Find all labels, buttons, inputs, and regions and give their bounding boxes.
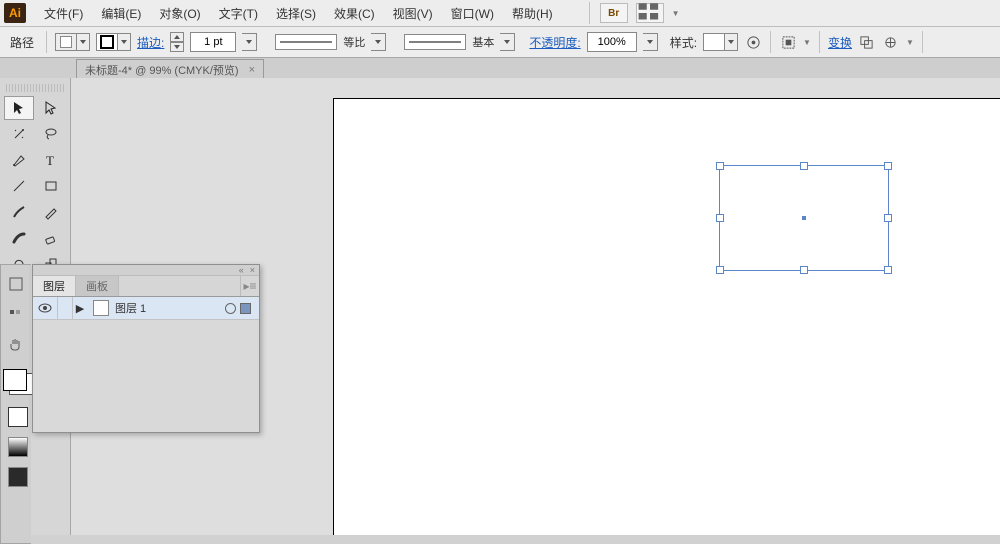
menu-select[interactable]: 选择(S) <box>270 2 322 25</box>
graphic-style-swatch[interactable] <box>703 33 738 51</box>
magic-wand-tool[interactable] <box>4 122 34 146</box>
transform-link[interactable]: 变换 <box>828 34 852 51</box>
selection-rectangle[interactable] <box>719 165 889 271</box>
document-tab[interactable]: 未标题-4* @ 99% (CMYK/预览) × <box>76 59 264 80</box>
color-mode-row <box>4 437 28 457</box>
target-icon[interactable] <box>225 303 236 314</box>
paintbrush-tool[interactable] <box>4 200 34 224</box>
recolor-artwork-icon[interactable] <box>744 33 762 51</box>
stroke-panel-link[interactable]: 描边: <box>137 34 164 51</box>
menu-edit[interactable]: 编辑(E) <box>95 2 147 25</box>
svg-text:T: T <box>46 153 54 168</box>
menu-effect[interactable]: 效果(C) <box>328 2 381 25</box>
visibility-toggle-icon[interactable] <box>33 297 58 319</box>
arrange-docs-button[interactable] <box>636 3 664 23</box>
type-tool[interactable]: T <box>36 148 66 172</box>
menu-items: 文件(F) 编辑(E) 对象(O) 文字(T) 选择(S) 效果(C) 视图(V… <box>38 2 559 25</box>
layer-twirl-icon[interactable]: ▶ <box>73 302 87 315</box>
fill-swatch[interactable] <box>55 33 90 51</box>
color-mode-solid[interactable] <box>8 407 28 427</box>
menu-file[interactable]: 文件(F) <box>38 2 89 25</box>
graphic-style-label: 样式: <box>670 34 697 51</box>
pencil-tool[interactable] <box>36 200 66 224</box>
pen-tool[interactable] <box>4 148 34 172</box>
hand-tool-icon[interactable] <box>5 333 27 355</box>
tab-layers[interactable]: 图层 <box>33 276 76 296</box>
selection-color-indicator <box>240 303 251 314</box>
line-tool[interactable] <box>4 174 34 198</box>
swatches-icon[interactable] <box>5 303 27 325</box>
header-right: Br ▼ <box>587 2 680 24</box>
selection-kind-label: 路径 <box>6 34 38 51</box>
eraser-tool[interactable] <box>36 226 66 250</box>
collapsed-panel-strip <box>0 264 31 544</box>
menu-help[interactable]: 帮助(H) <box>506 2 559 25</box>
color-panel-icon[interactable] <box>5 273 27 295</box>
color-mode-gradient[interactable] <box>8 437 28 457</box>
isolate-icon[interactable] <box>882 33 900 51</box>
menu-window[interactable]: 窗口(W) <box>445 2 500 25</box>
direct-selection-tool[interactable] <box>36 96 66 120</box>
menu-view[interactable]: 视图(V) <box>387 2 439 25</box>
menu-bar: Ai 文件(F) 编辑(E) 对象(O) 文字(T) 选择(S) 效果(C) 视… <box>0 0 1000 27</box>
selection-tool[interactable] <box>4 96 34 120</box>
layer-name[interactable]: 图层 1 <box>115 300 146 316</box>
stroke-weight-input[interactable] <box>190 32 236 52</box>
brush-definition[interactable] <box>404 34 466 50</box>
document-tab-title: 未标题-4* @ 99% (CMYK/预览) <box>85 62 239 78</box>
layers-panel: «× 图层 画板 ▸≡ ▶ 图层 1 <box>32 264 260 433</box>
app-logo: Ai <box>4 3 26 23</box>
layer-row[interactable]: ▶ 图层 1 <box>33 297 259 320</box>
opacity-input[interactable] <box>587 32 637 52</box>
menu-object[interactable]: 对象(O) <box>153 2 206 25</box>
rectangle-tool[interactable] <box>36 174 66 198</box>
control-bar: 路径 描边: 等比 基本 不透明度: 样式: ▼ 变换 ▼ <box>0 27 1000 58</box>
align-icon[interactable] <box>779 33 797 51</box>
panel-menu-icon[interactable]: ▸≡ <box>240 276 259 296</box>
panel-titlebar[interactable]: «× <box>33 265 259 276</box>
stroke-swatch[interactable] <box>96 33 131 51</box>
menu-type[interactable]: 文字(T) <box>213 2 264 25</box>
blob-brush-tool[interactable] <box>4 226 34 250</box>
stroke-stepper[interactable] <box>170 32 184 52</box>
bridge-button[interactable]: Br <box>600 3 628 23</box>
tools-grip[interactable] <box>6 84 64 92</box>
brush-label: 基本 <box>472 34 494 50</box>
brush-dropdown[interactable] <box>500 33 515 51</box>
opacity-link[interactable]: 不透明度: <box>529 34 580 51</box>
stroke-weight-dropdown[interactable] <box>242 33 257 51</box>
fill-stroke-indicator[interactable] <box>3 369 33 395</box>
tab-artboards[interactable]: 画板 <box>76 276 119 296</box>
shape-mode-icon[interactable] <box>858 33 876 51</box>
screen-mode-icon[interactable] <box>8 467 28 487</box>
layers-empty-area <box>33 320 259 432</box>
panel-collapse-icon[interactable]: « <box>239 265 244 275</box>
opacity-dropdown[interactable] <box>643 33 658 51</box>
layer-thumbnail <box>93 300 109 316</box>
variable-width-profile[interactable] <box>275 34 337 50</box>
lasso-tool[interactable] <box>36 122 66 146</box>
artboard[interactable] <box>333 98 1000 535</box>
vw-profile-label: 等比 <box>343 34 365 50</box>
panel-close-icon[interactable]: × <box>250 265 255 275</box>
vw-profile-dropdown[interactable] <box>371 33 386 51</box>
draw-mode-row <box>4 407 28 427</box>
document-tab-close[interactable]: × <box>249 64 255 76</box>
